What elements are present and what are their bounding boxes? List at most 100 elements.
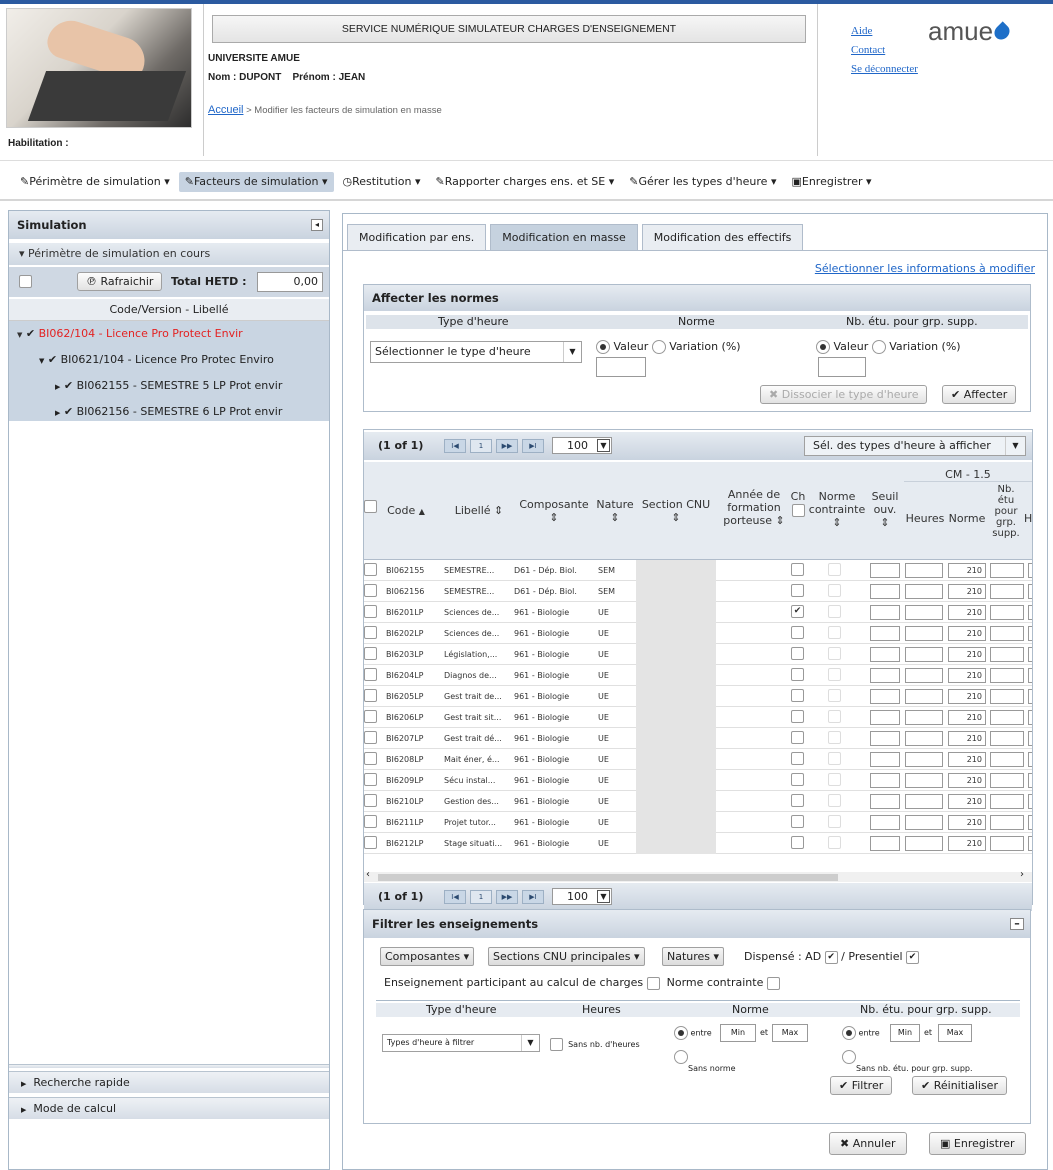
seuil-input[interactable] — [870, 773, 900, 788]
nbetu-input[interactable] — [990, 605, 1024, 620]
heures-input[interactable] — [905, 563, 943, 578]
norme-input[interactable]: 210 — [948, 584, 986, 599]
norme-contrainte-checkbox[interactable] — [828, 584, 841, 597]
table-row[interactable]: BI6205LP Gest trait de... 961 - Biologie UE… — [364, 686, 1032, 707]
scroll-right-icon[interactable]: › — [1020, 869, 1024, 880]
seuil-input[interactable] — [870, 836, 900, 851]
h-input[interactable] — [1028, 815, 1032, 830]
types-heure-select[interactable]: Sél. des types d'heure à afficher ▼ — [804, 436, 1026, 456]
grid-select-all-checkbox[interactable] — [364, 500, 377, 513]
heures-input[interactable] — [905, 668, 943, 683]
tree-node[interactable]: ▼ ✔ BI062/104 - Licence Pro Protect Envi… — [17, 327, 243, 340]
nbetu-input[interactable] — [990, 710, 1024, 725]
h-input[interactable] — [1028, 836, 1032, 851]
ch-checkbox[interactable] — [791, 794, 804, 807]
norme-contrainte-checkbox[interactable] — [828, 836, 841, 849]
mode-calcul-header[interactable]: ▶ Mode de calcul — [9, 1097, 329, 1119]
heures-input[interactable] — [905, 710, 943, 725]
h-input[interactable] — [1028, 668, 1032, 683]
nbetu-input[interactable] — [990, 647, 1024, 662]
norme-input[interactable]: 210 — [948, 773, 986, 788]
table-row[interactable]: BI6206LP Gest trait sit... 961 - Biologie U… — [364, 707, 1032, 728]
header-annee[interactable]: Année de formation porteuse ⇕ — [718, 488, 790, 527]
h-input[interactable] — [1028, 794, 1032, 809]
scroll-thumb[interactable] — [378, 874, 838, 881]
nb-valeur-radio[interactable] — [816, 340, 830, 354]
norme-max-input[interactable]: Max — [772, 1024, 808, 1042]
heures-input[interactable] — [905, 752, 943, 767]
table-row[interactable]: BI6203LP Législation,... 961 - Biologie UE 2… — [364, 644, 1032, 665]
norme-min-input[interactable]: Min — [720, 1024, 756, 1042]
table-row[interactable]: BI062155 SEMESTRE... D61 - Dép. Biol. SEM 21… — [364, 560, 1032, 581]
nbetu-input[interactable] — [990, 836, 1024, 851]
refresh-button[interactable]: ℗ Rafraichir — [77, 272, 163, 291]
seuil-input[interactable] — [870, 752, 900, 767]
norme-input[interactable]: 210 — [948, 563, 986, 578]
nb-variation-radio[interactable] — [871, 340, 886, 354]
h-input[interactable] — [1028, 563, 1032, 578]
ch-checkbox[interactable] — [791, 836, 804, 849]
table-row[interactable]: BI6201LP Sciences de... 961 - Biologie UE ✔ 2… — [364, 602, 1032, 623]
row-checkbox[interactable] — [364, 710, 377, 723]
nbetu-input[interactable] — [990, 794, 1024, 809]
tree-node[interactable]: ▶ ✔ BI062155 - SEMESTRE 5 LP Prot envir — [55, 379, 282, 392]
menu-facteurs[interactable]: ✎Facteurs de simulation ▾ — [178, 172, 334, 192]
tab-modification-effectifs[interactable]: Modification des effectifs — [641, 224, 804, 250]
seuil-input[interactable] — [870, 710, 900, 725]
table-row[interactable]: BI6212LP Stage situati... 961 - Biologie UE… — [364, 833, 1032, 854]
nbetu-input[interactable] — [990, 731, 1024, 746]
norme-value-input[interactable] — [596, 357, 646, 377]
dissocier-button[interactable]: ✖ Dissocier le type d'heure — [760, 385, 928, 404]
page-size-select[interactable]: 100 ▼ — [552, 437, 612, 454]
h-input[interactable] — [1028, 752, 1032, 767]
row-checkbox[interactable] — [364, 836, 377, 849]
type-heure-select[interactable]: Sélectionner le type d'heure ▼ — [370, 341, 582, 363]
collapse-panel-icon[interactable]: ◂ — [311, 219, 323, 231]
seuil-input[interactable] — [870, 668, 900, 683]
norme-input[interactable]: 210 — [948, 836, 986, 851]
ch-checkbox[interactable] — [791, 626, 804, 639]
composantes-dropdown[interactable]: Composantes ▾ — [380, 947, 475, 966]
select-info-link[interactable]: Sélectionner les informations à modifier — [815, 262, 1035, 275]
row-checkbox[interactable] — [364, 815, 377, 828]
row-checkbox[interactable] — [364, 794, 377, 807]
nb-entre-radio[interactable] — [842, 1026, 856, 1040]
h-input[interactable] — [1028, 647, 1032, 662]
h-input[interactable] — [1028, 605, 1032, 620]
enregistrer-button[interactable]: ▣ Enregistrer — [929, 1132, 1026, 1155]
filtrer-button[interactable]: ✔ Filtrer — [830, 1076, 893, 1095]
presentiel-checkbox[interactable]: ✔ — [906, 950, 920, 964]
horizontal-scrollbar[interactable]: ‹ › — [364, 869, 1032, 882]
ch-header-checkbox[interactable] — [791, 503, 805, 517]
heures-input[interactable] — [905, 647, 943, 662]
nb-value-input[interactable] — [818, 357, 866, 377]
norme-input[interactable]: 210 — [948, 752, 986, 767]
page-number[interactable]: 1 — [470, 439, 492, 453]
page-size-select[interactable]: 100 ▼ — [552, 888, 612, 905]
minimize-icon[interactable]: – — [1010, 918, 1024, 930]
ch-checkbox[interactable] — [791, 815, 804, 828]
table-row[interactable]: BI6209LP Sécu instal... 961 - Biologie UE 21… — [364, 770, 1032, 791]
ch-checkbox[interactable] — [791, 689, 804, 702]
norme-input[interactable]: 210 — [948, 647, 986, 662]
norme-contrainte-checkbox[interactable] — [828, 668, 841, 681]
norme-contrainte-checkbox[interactable] — [828, 752, 841, 765]
reinitialiser-button[interactable]: ✔ Réinitialiser — [912, 1076, 1007, 1095]
last-page-icon[interactable]: ▶I — [522, 439, 544, 453]
norme-input[interactable]: 210 — [948, 605, 986, 620]
sections-dropdown[interactable]: Sections CNU principales ▾ — [488, 947, 645, 966]
table-row[interactable]: BI6211LP Projet tutor... 961 - Biologie UE 2… — [364, 812, 1032, 833]
row-checkbox[interactable] — [364, 647, 377, 660]
norme-input[interactable]: 210 — [948, 626, 986, 641]
first-page-icon[interactable]: I◀ — [444, 439, 466, 453]
row-checkbox[interactable] — [364, 626, 377, 639]
ch-checkbox[interactable] — [791, 731, 804, 744]
nbetu-input[interactable] — [990, 563, 1024, 578]
sans-nb-radio[interactable] — [842, 1050, 856, 1064]
heures-input[interactable] — [905, 815, 943, 830]
page-number[interactable]: 1 — [470, 890, 492, 904]
row-checkbox[interactable] — [364, 668, 377, 681]
nbetu-input[interactable] — [990, 689, 1024, 704]
header-ch[interactable]: Ch — [790, 490, 806, 517]
table-row[interactable]: BI6208LP Mait éner, é... 961 - Biologie UE 2… — [364, 749, 1032, 770]
